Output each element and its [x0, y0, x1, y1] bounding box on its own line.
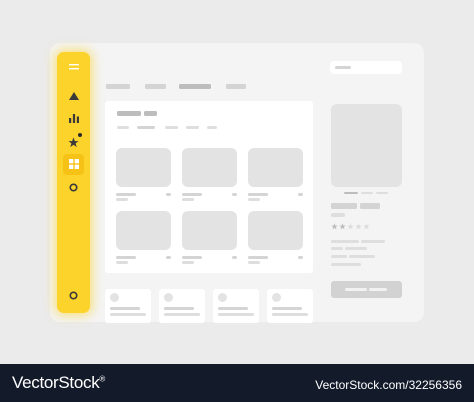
product-price: [298, 256, 303, 259]
nav-tab-active[interactable]: [179, 84, 211, 89]
product-name: [248, 256, 268, 259]
product-image[interactable]: [248, 148, 303, 187]
detail-title-2: [360, 203, 380, 209]
sidebar-item-settings[interactable]: [57, 290, 90, 300]
product-price: [166, 256, 171, 259]
grid-icon: [68, 159, 79, 169]
panel-title: [117, 111, 141, 116]
sidebar-item-profile[interactable]: [57, 182, 90, 192]
user-card[interactable]: [213, 289, 259, 323]
card-line: [218, 307, 248, 310]
nav-tab[interactable]: [226, 84, 246, 89]
product-meta: [182, 261, 194, 264]
filter-chip[interactable]: [207, 126, 217, 129]
product-meta: [248, 261, 260, 264]
search-placeholder: [335, 66, 351, 69]
product-meta: [116, 198, 128, 201]
watermark-url: VectorStock.com/32256356: [315, 378, 462, 392]
detail-line: [349, 255, 375, 258]
menu-button[interactable]: [57, 62, 90, 72]
search-input[interactable]: [330, 61, 402, 74]
filter-chip[interactable]: [165, 126, 178, 129]
circle-icon: [69, 182, 78, 192]
settings-icon: [69, 290, 78, 300]
product-image[interactable]: [182, 211, 237, 250]
filter-chip-active[interactable]: [137, 126, 155, 129]
product-image[interactable]: [182, 148, 237, 187]
card-line: [164, 313, 200, 316]
product-price: [166, 193, 171, 196]
preview-image[interactable]: [331, 104, 402, 187]
watermark-brand: VectorStock®: [12, 373, 105, 393]
detail-title: [331, 203, 357, 209]
product-name: [116, 256, 136, 259]
star-filled-icon: [339, 223, 346, 230]
product-price: [232, 256, 237, 259]
product-name: [182, 193, 202, 196]
product-image[interactable]: [248, 211, 303, 250]
rating-stars: [331, 223, 370, 231]
product-price: [298, 193, 303, 196]
detail-line: [331, 247, 343, 250]
watermark-brand-text: VectorStock: [12, 373, 100, 392]
product-name: [182, 256, 202, 259]
product-meta: [248, 198, 260, 201]
detail-line: [331, 255, 347, 258]
bar-chart-icon: [68, 113, 79, 123]
filter-chip[interactable]: [117, 126, 129, 129]
notification-badge: [78, 133, 82, 137]
product-name: [248, 193, 268, 196]
sidebar-item-home[interactable]: [57, 91, 90, 101]
star-empty-icon: [347, 223, 354, 230]
avatar: [218, 293, 227, 302]
button-label: [369, 288, 387, 291]
carousel-dot[interactable]: [361, 192, 373, 194]
sidebar-item-favorites[interactable]: [57, 136, 90, 148]
card-line: [110, 313, 146, 316]
star-filled-icon: [331, 223, 338, 230]
avatar: [110, 293, 119, 302]
filter-chip[interactable]: [186, 126, 199, 129]
card-line: [272, 313, 308, 316]
detail-subtitle: [331, 213, 345, 217]
detail-line: [331, 263, 361, 266]
card-line: [164, 307, 194, 310]
sidebar-item-dashboard[interactable]: [57, 158, 90, 170]
product-name: [116, 193, 136, 196]
product-meta: [182, 198, 194, 201]
carousel-dot-active[interactable]: [344, 192, 358, 194]
star-empty-icon: [355, 223, 362, 230]
product-image[interactable]: [116, 211, 171, 250]
product-price: [232, 193, 237, 196]
sidebar-items: [57, 52, 90, 313]
triangle-icon: [68, 92, 79, 100]
card-line: [272, 307, 302, 310]
card-line: [110, 307, 140, 310]
user-card[interactable]: [267, 289, 313, 323]
nav-tab[interactable]: [106, 84, 130, 89]
user-card[interactable]: [105, 289, 151, 323]
avatar: [164, 293, 173, 302]
detail-line: [331, 240, 359, 243]
panel-subtitle: [144, 111, 157, 116]
star-empty-icon: [363, 223, 370, 230]
product-meta: [116, 261, 128, 264]
avatar: [272, 293, 281, 302]
product-image[interactable]: [116, 148, 171, 187]
detail-line: [361, 240, 385, 243]
card-line: [218, 313, 254, 316]
registered-mark: ®: [99, 374, 106, 384]
sidebar-item-stats[interactable]: [57, 113, 90, 123]
add-to-cart-button[interactable]: [331, 281, 402, 298]
button-label: [345, 288, 367, 291]
user-card[interactable]: [159, 289, 205, 323]
detail-line: [345, 247, 367, 250]
carousel-dot[interactable]: [376, 192, 388, 194]
menu-icon: [68, 64, 79, 70]
star-icon: [68, 136, 79, 147]
nav-tab[interactable]: [145, 84, 166, 89]
